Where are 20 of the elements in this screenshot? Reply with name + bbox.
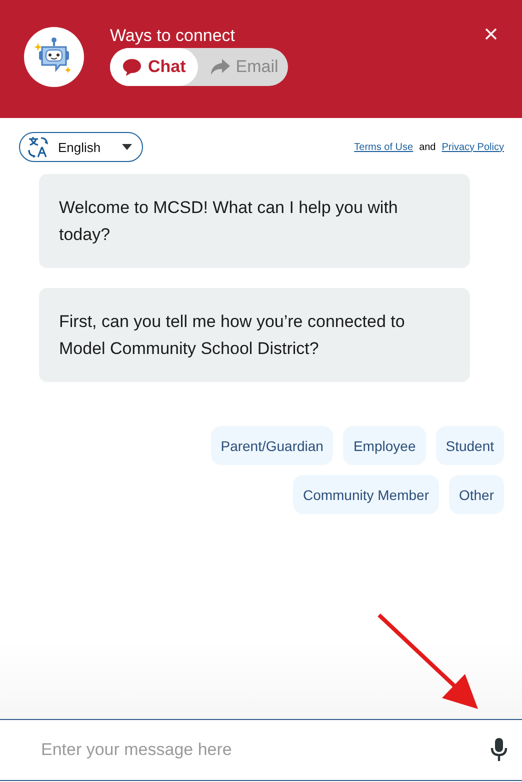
privacy-link[interactable]: Privacy Policy <box>442 142 504 152</box>
microphone-icon[interactable] <box>490 737 508 762</box>
bot-message: First, can you tell me how you’re connected to Model Community School District? <box>39 288 470 382</box>
conjunction-text: and <box>419 142 436 152</box>
option-chip[interactable]: Student <box>436 426 504 465</box>
message-input[interactable]: Enter your message here <box>0 719 522 781</box>
share-arrow-icon <box>210 58 230 76</box>
terms-link[interactable]: Terms of Use <box>354 142 414 152</box>
caret-icon <box>122 144 132 150</box>
channel-tab[interactable]: Chat <box>110 48 198 86</box>
speech-bubble-icon <box>122 57 142 77</box>
option-chip[interactable]: Community Member <box>292 475 439 514</box>
language-dropdown[interactable]: English <box>19 132 143 162</box>
bot-message: Welcome to MCSD! What can I help you with today? <box>39 174 470 268</box>
header-title: Ways to connect <box>110 26 236 46</box>
option-chip[interactable]: Other <box>448 475 504 514</box>
translate-icon <box>28 136 50 158</box>
close-button[interactable] <box>484 27 498 41</box>
option-chip[interactable]: Parent/Guardian <box>210 426 334 465</box>
option-chip[interactable]: Employee <box>343 426 426 465</box>
